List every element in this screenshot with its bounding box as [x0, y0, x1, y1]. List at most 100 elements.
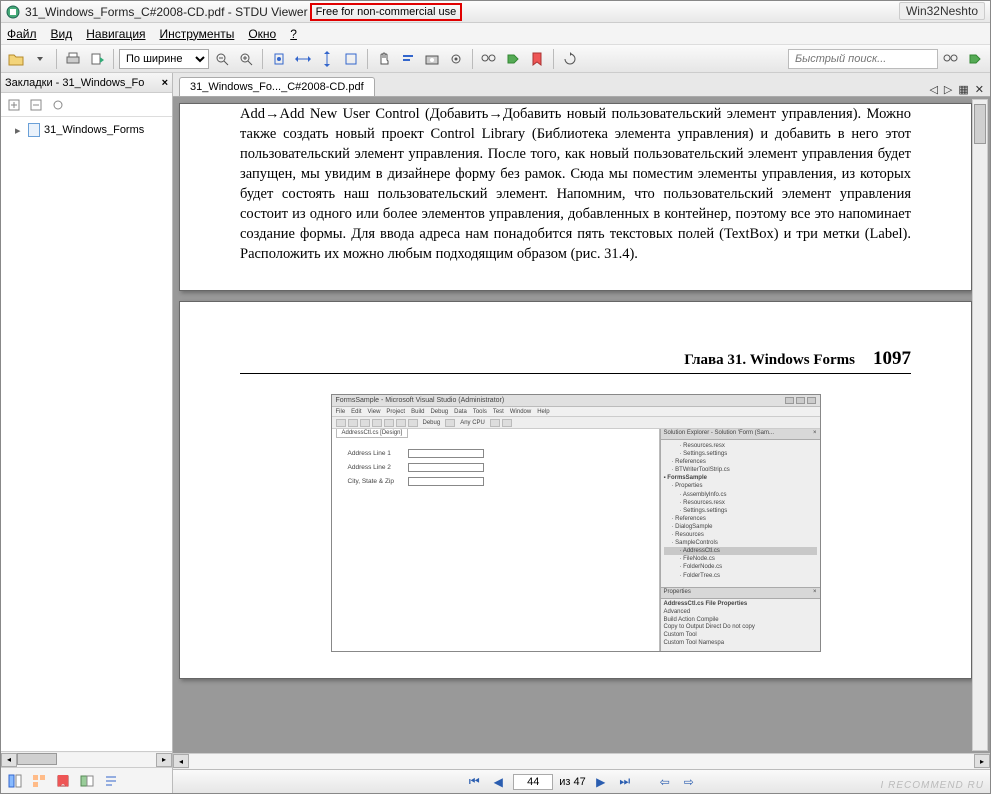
- tabstrip: 31_Windows_Fo..._C#2008-CD.pdf ◁ ▷ ▦ ✕: [173, 73, 990, 97]
- nav-back-icon[interactable]: ⇦: [656, 773, 674, 791]
- view-search-icon[interactable]: [53, 771, 73, 791]
- search-go-icon[interactable]: [940, 48, 962, 70]
- page-of-label: из 47: [559, 776, 586, 788]
- scroll-thumb[interactable]: [17, 753, 57, 765]
- zoom-in-icon[interactable]: [235, 48, 257, 70]
- chapter-title: Глава 31. Windows Forms: [684, 352, 855, 369]
- content-area: 31_Windows_Fo..._C#2008-CD.pdf ◁ ▷ ▦ ✕ A…: [173, 73, 990, 793]
- export-icon[interactable]: [86, 48, 108, 70]
- content-hscrollbar[interactable]: ◂ ▸: [173, 753, 990, 769]
- vs-toolbar: Debug Any CPU: [332, 417, 820, 429]
- license-note: Free for non-commercial use: [310, 3, 463, 21]
- document-viewport[interactable]: Add→Add New User Control (Добавить→Добав…: [173, 97, 990, 753]
- vs-solution-title: Solution Explorer - Solution 'Form (Sam.…: [661, 429, 820, 440]
- vs-properties-panel: Properties× AddressCtl.cs File Propertie…: [661, 587, 820, 651]
- page-text: Add→Add New User Control (Добавить→Добав…: [240, 104, 911, 264]
- menubar: Файл Вид Навигация Инструменты Окно ?: [1, 23, 990, 45]
- tree-item[interactable]: ▸ 31_Windows_Forms: [5, 121, 168, 139]
- select-text-icon[interactable]: [397, 48, 419, 70]
- fit-height-icon[interactable]: [316, 48, 338, 70]
- next-page-icon[interactable]: ▶: [592, 773, 610, 791]
- scroll-right-icon[interactable]: ▸: [156, 753, 172, 767]
- scroll-thumb[interactable]: [974, 104, 986, 144]
- sidebar-header: Закладки - 31_Windows_Fo ×: [1, 73, 172, 93]
- menu-help[interactable]: ?: [290, 27, 297, 41]
- menu-tools[interactable]: Инструменты: [160, 27, 235, 41]
- scroll-track[interactable]: [17, 753, 156, 767]
- scroll-track[interactable]: [189, 754, 974, 769]
- menu-navigation[interactable]: Навигация: [86, 27, 145, 41]
- scroll-left-icon[interactable]: ◂: [1, 753, 17, 767]
- print-icon[interactable]: [62, 48, 84, 70]
- view-bookmarks-icon[interactable]: [5, 771, 25, 791]
- embedded-figure: FormsSample - Microsoft Visual Studio (A…: [331, 394, 821, 652]
- view-text-icon[interactable]: [101, 771, 121, 791]
- bookmark-tree[interactable]: ▸ 31_Windows_Forms: [1, 117, 172, 751]
- tree-expander-icon[interactable]: ▸: [15, 124, 24, 137]
- app-window: 31_Windows_Forms_C#2008-CD.pdf - STDU Vi…: [0, 0, 991, 794]
- first-page-icon[interactable]: ⏮: [465, 773, 483, 791]
- vs-right-panels: Solution Explorer - Solution 'Form (Sam.…: [660, 429, 820, 651]
- tab-next-icon[interactable]: ▷: [944, 83, 952, 96]
- window-title: 31_Windows_Forms_C#2008-CD.pdf - STDU Vi…: [25, 5, 308, 19]
- nav-forward-icon[interactable]: ⇨: [680, 773, 698, 791]
- open-icon[interactable]: [5, 48, 27, 70]
- menu-file[interactable]: Файл: [7, 27, 37, 41]
- titlebar: 31_Windows_Forms_C#2008-CD.pdf - STDU Vi…: [1, 1, 990, 23]
- tab-controls: ◁ ▷ ▦ ✕: [929, 83, 984, 96]
- watermark: I RECOMMEND RU: [881, 780, 984, 791]
- rotate-icon[interactable]: [559, 48, 581, 70]
- document-tab[interactable]: 31_Windows_Fo..._C#2008-CD.pdf: [179, 77, 375, 96]
- main-area: Закладки - 31_Windows_Fo × ▸ 31_Windows_…: [1, 73, 990, 793]
- vs-menubar: FileEditViewProjectBuildDebugDataToolsTe…: [332, 407, 820, 417]
- vs-solution-tree: · Resources.resx· Settings.settings· Ref…: [661, 440, 820, 587]
- find-icon[interactable]: [478, 48, 500, 70]
- fit-page-icon[interactable]: [268, 48, 290, 70]
- zoom-select[interactable]: По ширине: [119, 49, 209, 69]
- vs-titlebar: FormsSample - Microsoft Visual Studio (A…: [332, 395, 820, 407]
- page-number-input[interactable]: [513, 774, 553, 790]
- vertical-scrollbar[interactable]: [972, 99, 988, 751]
- vs-designer: AddressCtl.cs [Design] Address Line 1Add…: [332, 429, 660, 651]
- page-navigation: ⏮ ◀ из 47 ▶ ⏭ ⇦ ⇨ I RECOMMEND RU: [173, 769, 990, 793]
- open-dropdown-icon[interactable]: [29, 48, 51, 70]
- find-next-icon[interactable]: [502, 48, 524, 70]
- zoom-out-icon[interactable]: [211, 48, 233, 70]
- settings-icon[interactable]: [445, 48, 467, 70]
- view-thumbnails-icon[interactable]: [29, 771, 49, 791]
- search-next-icon[interactable]: [964, 48, 986, 70]
- pdf-page: Add→Add New User Control (Добавить→Добав…: [179, 103, 972, 291]
- last-page-icon[interactable]: ⏭: [616, 773, 634, 791]
- quicksearch-input[interactable]: [788, 49, 938, 69]
- actual-size-icon[interactable]: [340, 48, 362, 70]
- toolbar: По ширине: [1, 45, 990, 73]
- menu-view[interactable]: Вид: [51, 27, 73, 41]
- scroll-left-icon[interactable]: ◂: [173, 754, 189, 768]
- view-layers-icon[interactable]: [77, 771, 97, 791]
- sidebar: Закладки - 31_Windows_Fo × ▸ 31_Windows_…: [1, 73, 173, 793]
- pdf-page: Глава 31. Windows Forms 1097 FormsSample…: [179, 301, 972, 679]
- app-icon: [5, 4, 21, 20]
- tab-close-icon[interactable]: ✕: [975, 83, 984, 96]
- tab-prev-icon[interactable]: ◁: [929, 83, 937, 96]
- snapshot-icon[interactable]: [421, 48, 443, 70]
- sidebar-close-icon[interactable]: ×: [162, 77, 168, 89]
- collapse-all-icon[interactable]: [27, 96, 45, 114]
- expand-all-icon[interactable]: [5, 96, 23, 114]
- bookmark-icon[interactable]: [526, 48, 548, 70]
- sidebar-hscrollbar[interactable]: ◂ ▸: [1, 751, 172, 767]
- hand-tool-icon[interactable]: [373, 48, 395, 70]
- options-icon[interactable]: [49, 96, 67, 114]
- page-header: Глава 31. Windows Forms 1097: [240, 348, 911, 374]
- tree-item-label: 31_Windows_Forms: [44, 124, 144, 136]
- sidebar-view-switcher: [1, 767, 172, 793]
- scroll-right-icon[interactable]: ▸: [974, 754, 990, 768]
- vs-designer-tab: AddressCtl.cs [Design]: [336, 429, 409, 438]
- tab-grid-icon[interactable]: ▦: [958, 83, 968, 96]
- fit-width-icon[interactable]: [292, 48, 314, 70]
- menu-window[interactable]: Окно: [248, 27, 276, 41]
- sidebar-toolbar: [1, 93, 172, 117]
- page-icon: [28, 123, 40, 137]
- prev-page-icon[interactable]: ◀: [489, 773, 507, 791]
- page-number: 1097: [873, 348, 911, 370]
